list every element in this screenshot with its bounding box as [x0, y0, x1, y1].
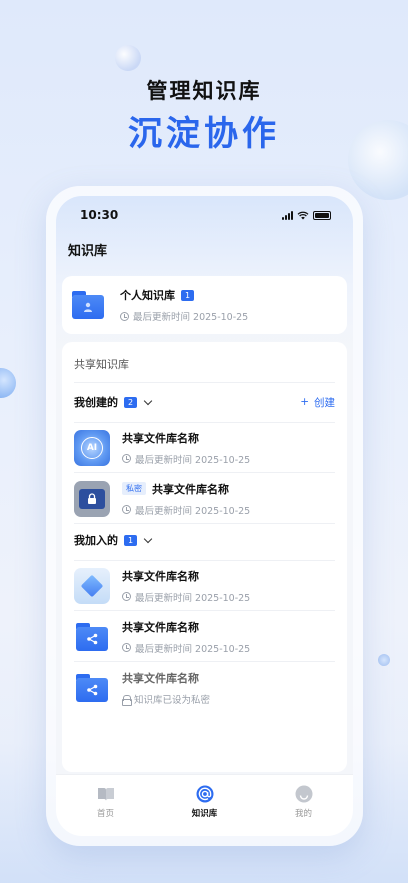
- joined-toggle[interactable]: 我加入的 1: [74, 532, 153, 548]
- shared-library-card: 共享知识库 我创建的 2 + 创建 AI 共享文件库名称 最后更新时间 2025…: [62, 342, 347, 772]
- tab-label: 首页: [96, 809, 114, 819]
- clock-icon: [122, 592, 131, 601]
- tab-label: 知识库: [191, 809, 218, 819]
- created-label: 我创建的: [74, 396, 118, 409]
- list-item[interactable]: 共享文件库名称 最后更新时间 2025-10-25: [74, 561, 335, 611]
- create-label: 创建: [314, 396, 335, 409]
- status-bar: 10:30: [80, 207, 331, 223]
- app-screen: 10:30 知识库 个人知识库 1 最后更新时间 2025-10-25 共享知识…: [56, 196, 353, 836]
- personal-library-card[interactable]: 个人知识库 1 最后更新时间 2025-10-25: [62, 276, 347, 334]
- library-name: 共享文件库名称: [122, 672, 199, 685]
- cube-thumbnail: [74, 567, 110, 604]
- decor-orb: [378, 654, 390, 666]
- signal-icon: [282, 210, 293, 220]
- tab-label: 我的: [294, 809, 312, 819]
- bottom-tab-bar: 首页 知识库 我的: [56, 774, 353, 836]
- plus-icon: +: [300, 396, 309, 408]
- battery-icon: [313, 210, 331, 220]
- headline-primary: 管理知识库: [146, 79, 262, 103]
- created-section-header: 我创建的 2 + 创建: [74, 392, 335, 412]
- person-folder-icon: [72, 291, 104, 319]
- joined-section-header: 我加入的 1: [74, 530, 335, 550]
- list-item[interactable]: 私密 共享文件库名称 最后更新时间 2025-10-25: [74, 474, 335, 524]
- divider: [74, 382, 335, 383]
- phone-frame: 10:30 知识库 个人知识库 1 最后更新时间 2025-10-25 共享知识…: [46, 186, 363, 846]
- updated-time: 最后更新时间 2025-10-25: [133, 312, 249, 323]
- joined-label: 我加入的: [74, 534, 118, 547]
- share-folder-icon: [74, 619, 110, 655]
- page-title: 知识库: [68, 244, 108, 259]
- library-name: 共享文件库名称: [122, 431, 199, 445]
- clock-icon: [122, 505, 131, 514]
- tab-mine[interactable]: 我的: [269, 785, 339, 819]
- status-time: 10:30: [80, 208, 119, 222]
- ai-thumbnail-text: AI: [81, 436, 103, 459]
- create-button[interactable]: + 创建: [300, 395, 335, 410]
- list-item[interactable]: 共享文件库名称 最后更新时间 2025-10-25: [74, 612, 335, 662]
- private-tag: 私密: [122, 482, 146, 495]
- share-folder-icon: [74, 670, 110, 706]
- clock-icon: [122, 454, 131, 463]
- lock-folder-thumbnail: [74, 480, 110, 517]
- at-icon: [196, 785, 214, 803]
- chevron-down-icon: [143, 534, 153, 543]
- ai-thumbnail: AI: [74, 429, 110, 466]
- library-name: 共享文件库名称: [122, 620, 199, 634]
- count-badge: 1: [124, 534, 138, 546]
- status-icons: [282, 210, 331, 220]
- clock-icon: [122, 643, 131, 652]
- lock-icon: [122, 694, 132, 706]
- updated-time: 最后更新时间 2025-10-25: [135, 643, 251, 655]
- count-badge: 1: [181, 289, 195, 301]
- chevron-down-icon: [143, 396, 153, 405]
- decor-orb: [115, 45, 141, 71]
- updated-time: 最后更新时间 2025-10-25: [135, 592, 251, 604]
- count-badge: 2: [124, 396, 138, 408]
- list-item[interactable]: 共享文件库名称 知识库已设为私密: [74, 663, 335, 713]
- smile-icon: [295, 785, 313, 803]
- private-notice: 知识库已设为私密: [134, 695, 211, 706]
- list-item[interactable]: AI 共享文件库名称 最后更新时间 2025-10-25: [74, 423, 335, 473]
- created-toggle[interactable]: 我创建的 2: [74, 394, 153, 410]
- wifi-icon: [297, 211, 309, 219]
- book-icon: [97, 785, 115, 803]
- tab-knowledge-base[interactable]: 知识库: [170, 785, 240, 819]
- shared-section-title: 共享知识库: [74, 358, 129, 371]
- clock-icon: [120, 311, 129, 321]
- updated-time: 最后更新时间 2025-10-25: [135, 505, 251, 517]
- library-name: 共享文件库名称: [152, 482, 229, 496]
- personal-library-name: 个人知识库: [120, 289, 175, 302]
- updated-time: 最后更新时间 2025-10-25: [135, 454, 251, 466]
- library-name: 共享文件库名称: [122, 569, 199, 583]
- decor-orb: [0, 368, 16, 398]
- tab-home[interactable]: 首页: [71, 785, 141, 819]
- headline-secondary: 沉淀协作: [128, 114, 280, 154]
